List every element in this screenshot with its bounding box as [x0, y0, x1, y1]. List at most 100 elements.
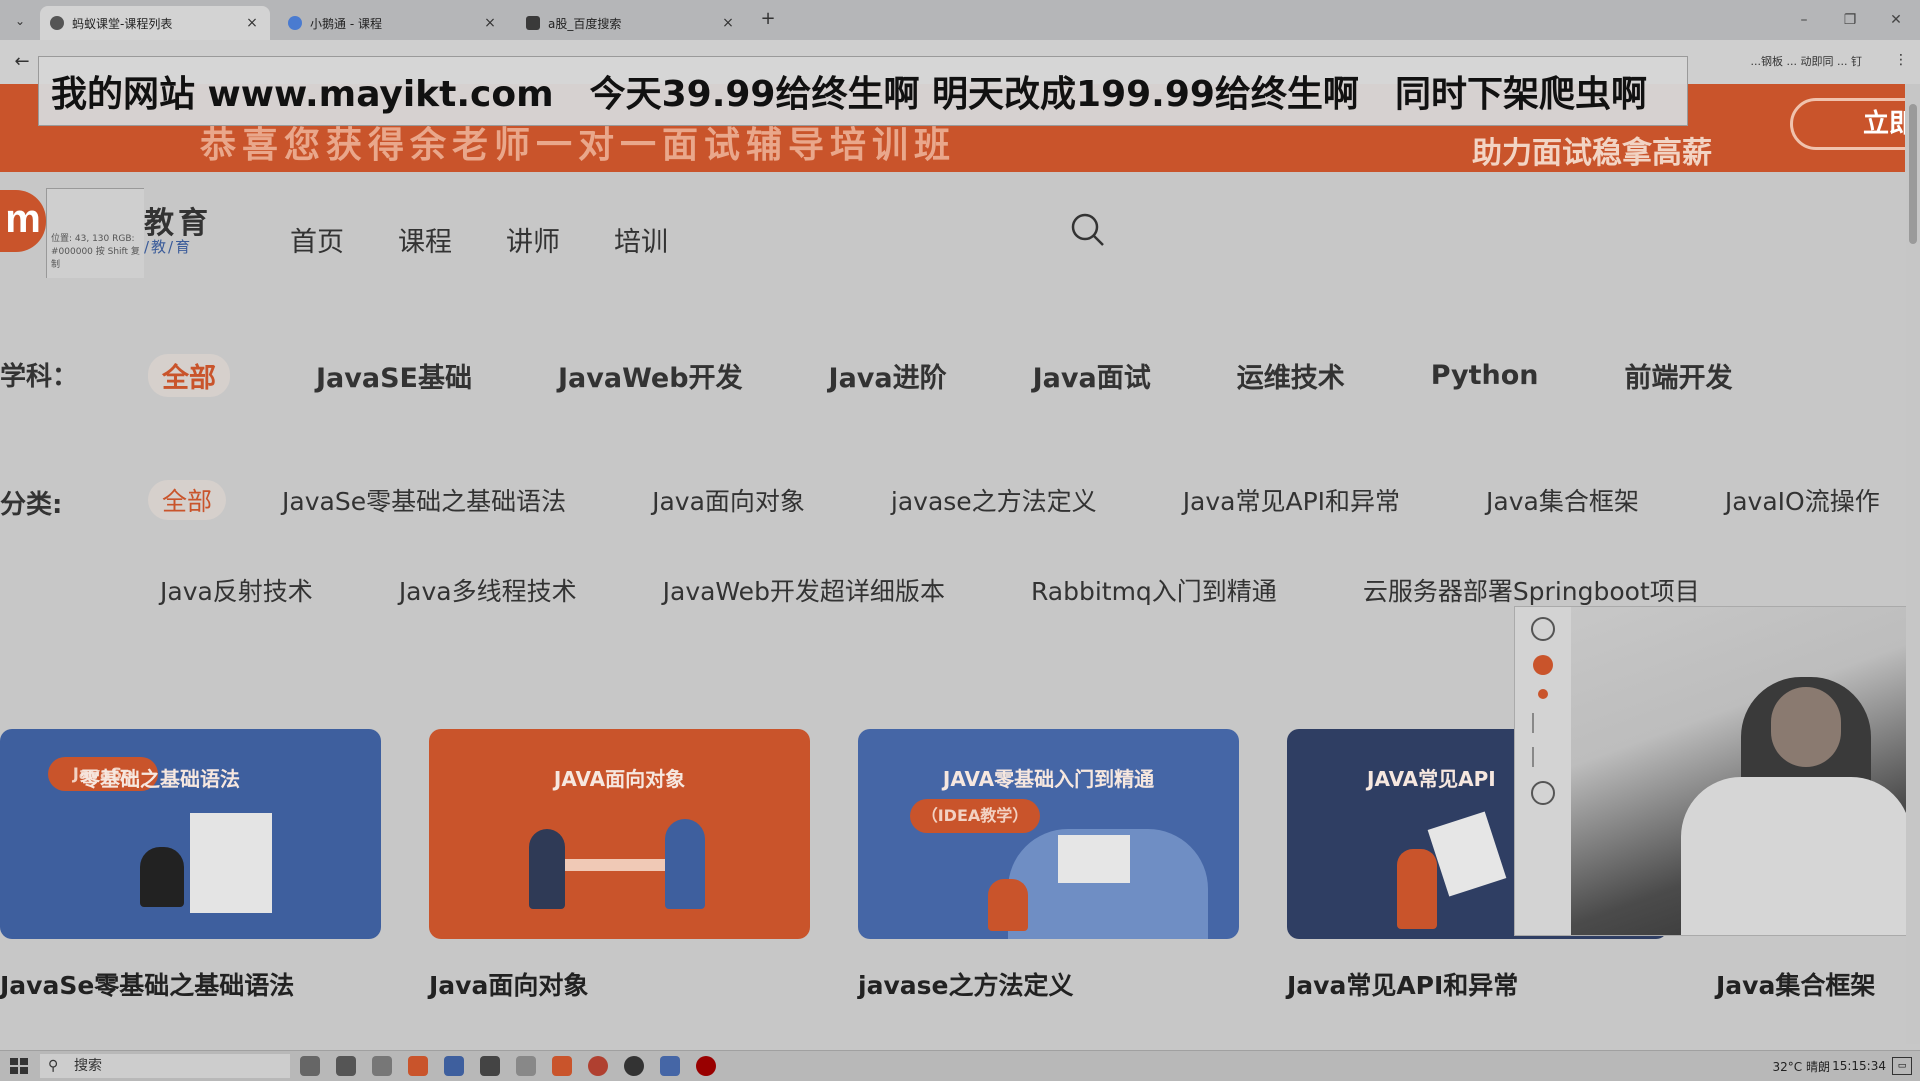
back-arrow-icon[interactable]: ← — [10, 50, 34, 74]
category-item[interactable]: Java常见API和异常 — [1183, 482, 1400, 518]
chrome-icon[interactable] — [588, 1056, 608, 1076]
illustration-person — [1397, 849, 1437, 929]
course-card[interactable]: JavaSe 零基础之基础语法 — [0, 729, 381, 939]
course-banner-text: JAVA面向对象 — [553, 767, 686, 791]
slider-icon[interactable] — [1532, 747, 1554, 767]
category-item[interactable]: JavaIO流操作 — [1725, 482, 1880, 518]
course-title[interactable]: javase之方法定义 — [858, 966, 1073, 1002]
category-item[interactable]: 云服务器部署Springboot项目 — [1363, 572, 1700, 608]
tab-baidu-search[interactable]: a股_百度搜索 × — [516, 6, 746, 40]
minimize-icon[interactable]: – — [1792, 8, 1816, 32]
category-item[interactable]: javase之方法定义 — [891, 482, 1097, 518]
subject-javase[interactable]: JavaSE基础 — [316, 356, 472, 395]
illustration-board — [190, 813, 272, 913]
scrollbar-thumb[interactable] — [1909, 104, 1917, 244]
hand-icon[interactable] — [1531, 781, 1555, 805]
windows-start-icon[interactable] — [10, 1058, 28, 1074]
app-icon[interactable] — [444, 1056, 464, 1076]
app-icon[interactable] — [372, 1056, 392, 1076]
app-icon[interactable] — [624, 1056, 644, 1076]
category-item[interactable]: Java反射技术 — [160, 572, 313, 608]
close-icon[interactable]: × — [482, 15, 498, 31]
tab-xiaoetong[interactable]: 小鹅通 - 课程 × — [278, 6, 508, 40]
category-item[interactable]: JavaWeb开发超详细版本 — [663, 572, 945, 608]
subject-all[interactable]: 全部 — [148, 354, 230, 397]
course-card[interactable]: JAVA零基础入门到精通 （IDEA教学） — [858, 729, 1239, 939]
browser-tab-bar: ⌄ 蚂蚁课堂-课程列表 × 小鹅通 - 课程 × a股_百度搜索 × + – ❐… — [0, 0, 1920, 40]
close-icon[interactable]: × — [720, 15, 736, 31]
page-scrollbar[interactable] — [1906, 84, 1920, 1044]
search-icon: ⚲ — [48, 1058, 59, 1074]
taskbar-search[interactable]: ⚲ 搜索 — [40, 1054, 290, 1078]
category-all[interactable]: 全部 — [148, 480, 227, 520]
more-icon[interactable]: ⋮ — [1894, 52, 1908, 68]
course-title[interactable]: JavaSe零基础之基础语法 — [0, 966, 294, 1002]
marker-icon[interactable] — [1538, 689, 1548, 699]
promo-caption-overlay: 我的网站 www.mayikt.com 今天39.99给终生啊 明天改成199.… — [38, 56, 1688, 126]
subject-filter: 全部 JavaSE基础 JavaWeb开发 Java进阶 Java面试 运维技术… — [148, 354, 1819, 397]
app-icon[interactable] — [552, 1056, 572, 1076]
nav-courses[interactable]: 课程 — [398, 220, 452, 259]
category-filter-row-2: Java反射技术 Java多线程技术 JavaWeb开发超详细版本 Rabbit… — [160, 572, 1700, 608]
notification-icon[interactable]: ▭ — [1892, 1057, 1912, 1075]
logo-subtext: /教/育 — [144, 238, 193, 256]
subject-python[interactable]: Python — [1431, 360, 1539, 391]
illustration-person — [140, 847, 184, 907]
nav-training[interactable]: 培训 — [614, 220, 668, 259]
close-window-icon[interactable]: ✕ — [1884, 8, 1908, 32]
ad-cta-button[interactable]: 立即 — [1790, 98, 1905, 150]
illustration-paper — [1427, 811, 1507, 897]
nav-teachers[interactable]: 讲师 — [506, 220, 560, 259]
category-item[interactable]: Rabbitmq入门到精通 — [1031, 572, 1277, 608]
new-tab-button[interactable]: + — [756, 8, 780, 32]
category-item[interactable]: Java面向对象 — [652, 482, 805, 518]
app-icon[interactable] — [516, 1056, 536, 1076]
app-icon[interactable] — [408, 1056, 428, 1076]
task-view-icon[interactable] — [300, 1056, 320, 1076]
taskbar-apps — [300, 1056, 716, 1076]
tab-title: 蚂蚁课堂-课程列表 — [72, 16, 173, 31]
course-title[interactable]: Java面向对象 — [429, 966, 588, 1002]
app-icon[interactable] — [660, 1056, 680, 1076]
illustration-person — [529, 829, 565, 909]
course-title[interactable]: Java常见API和异常 — [1287, 966, 1518, 1002]
ad-subtitle: 助力面试稳拿高薪 — [1472, 136, 1712, 171]
illustration-screen — [1058, 835, 1130, 883]
record-icon[interactable] — [1533, 655, 1553, 675]
course-card[interactable]: JAVA面向对象 — [429, 729, 810, 939]
xiaoetong-favicon-icon — [288, 16, 302, 30]
record-app-icon[interactable] — [696, 1056, 716, 1076]
category-item[interactable]: Java集合框架 — [1486, 482, 1639, 518]
tab-course-list[interactable]: 蚂蚁课堂-课程列表 × — [40, 6, 270, 40]
app-icon[interactable] — [480, 1056, 500, 1076]
tab-list-chevron-icon[interactable]: ⌄ — [8, 10, 32, 32]
category-item[interactable]: Java多线程技术 — [399, 572, 577, 608]
taskbar-clock[interactable]: 15:15:34 — [1832, 1059, 1886, 1073]
camera-icon[interactable] — [1531, 617, 1555, 641]
main-nav: 首页 课程 讲师 培训 — [290, 220, 668, 259]
subject-java-advanced[interactable]: Java进阶 — [829, 356, 947, 395]
restore-icon[interactable]: ❐ — [1838, 8, 1862, 32]
nav-home[interactable]: 首页 — [290, 220, 344, 259]
site-logo-icon[interactable]: m — [0, 190, 46, 252]
close-icon[interactable]: × — [244, 15, 260, 31]
system-tray[interactable]: 32°C 晴朗 — [1773, 1058, 1830, 1075]
course-tag: （IDEA教学） — [910, 799, 1040, 833]
search-icon[interactable] — [1070, 212, 1106, 248]
taskbar-search-label: 搜索 — [74, 1058, 102, 1074]
webcam-video — [1571, 607, 1919, 935]
globe-icon — [50, 16, 64, 30]
course-title[interactable]: Java集合框架 — [1716, 966, 1875, 1002]
category-item[interactable]: JavaSe零基础之基础语法 — [282, 482, 566, 518]
subject-javaweb[interactable]: JavaWeb开发 — [558, 356, 743, 395]
presenter-shirt — [1681, 777, 1911, 935]
weather-text[interactable]: 32°C 晴朗 — [1773, 1060, 1830, 1074]
toolbar-extension-text[interactable]: ...钢板 ... 动即同 ... 钉 — [1751, 53, 1862, 69]
slider-icon[interactable] — [1532, 713, 1554, 733]
category-label: 分类: — [0, 490, 63, 520]
course-banner-text: 零基础之基础语法 — [80, 767, 240, 791]
subject-frontend[interactable]: 前端开发 — [1625, 356, 1733, 395]
subject-java-interview[interactable]: Java面试 — [1033, 356, 1151, 395]
subject-devops[interactable]: 运维技术 — [1237, 356, 1345, 395]
app-icon[interactable] — [336, 1056, 356, 1076]
